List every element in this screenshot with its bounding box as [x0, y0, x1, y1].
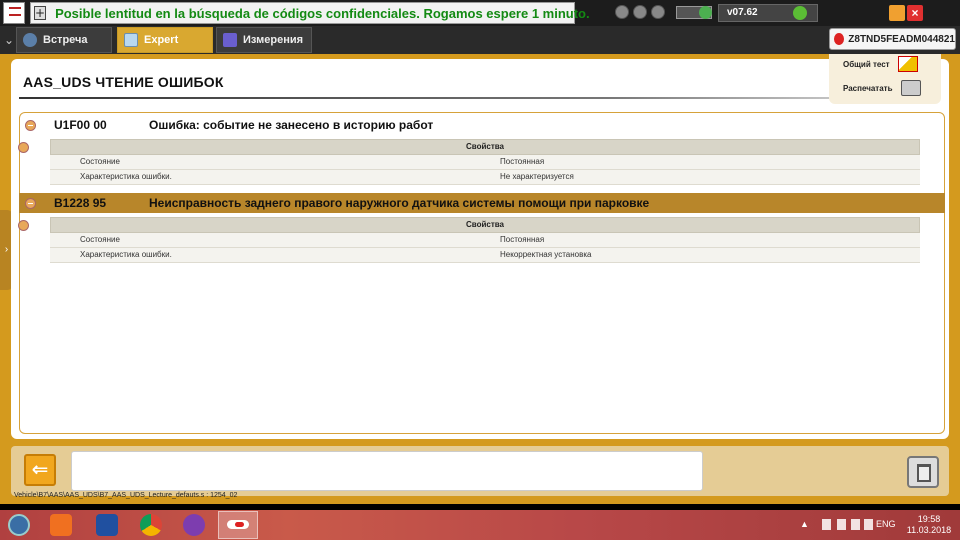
status-message: Posible lentitud en la búsqueda de códig…: [55, 5, 590, 21]
volume-icon[interactable]: [864, 519, 873, 530]
tab-label: Встреча: [43, 34, 88, 46]
status-message-box: + Posible lentitud en la búsqueda de cód…: [30, 2, 590, 24]
warning-icon: [897, 56, 918, 72]
general-test-label: Общий тест: [843, 59, 890, 69]
network-icon[interactable]: [851, 519, 860, 530]
tab-meeting[interactable]: Встреча: [16, 27, 112, 53]
battery-indicator: [676, 6, 712, 19]
close-button[interactable]: ×: [907, 5, 923, 21]
minimize-button[interactable]: [889, 5, 905, 21]
main-panel: AAS_UDS ЧТЕНИЕ ОШИБОК U1F00 00 Ошибка: с…: [11, 59, 949, 439]
tray-expand-icon[interactable]: ▲: [800, 519, 809, 529]
print-button[interactable]: Распечатать: [843, 80, 921, 96]
brand-logo: [3, 2, 25, 24]
download-icon[interactable]: [615, 5, 629, 19]
tab-expert[interactable]: Expert: [117, 27, 213, 53]
power-icon[interactable]: [633, 5, 647, 19]
connection-ok-icon: [793, 6, 807, 20]
fault-description: Неисправность заднего правого наружного …: [149, 196, 650, 210]
vin-badge[interactable]: Z8TND5FEADM044821: [829, 28, 956, 50]
back-button[interactable]: ⇐: [24, 454, 56, 486]
clock-date: 11.03.2018: [906, 525, 952, 535]
properties-header-label: Свойства: [465, 220, 505, 229]
trash-icon: [917, 464, 931, 482]
language-indicator[interactable]: ENG: [876, 519, 896, 529]
collapse-icon[interactable]: [18, 142, 29, 153]
power-icon: [834, 33, 845, 45]
table-row: Состояние Постоянная: [50, 155, 920, 170]
script-path: Vehicle\B7\AAS\AAS_UDS\B7_AAS_UDS_Lectur…: [14, 492, 238, 499]
table-row: Характеристика ошибки. Не характеризуетс…: [50, 170, 920, 185]
taskbar: ▲ ENG 19:58 11.03.2018: [0, 510, 960, 540]
battery-plus-icon: [699, 6, 712, 19]
properties-header: Свойства: [18, 139, 920, 155]
title-divider: [19, 97, 859, 99]
magnifier-icon: [124, 33, 138, 47]
clock[interactable]: 19:58 11.03.2018: [904, 514, 954, 536]
battery-icon[interactable]: [822, 519, 831, 530]
property-key: Состояние: [80, 157, 120, 166]
print-label: Распечатать: [843, 83, 893, 93]
page-title: AAS_UDS ЧТЕНИЕ ОШИБОК: [23, 74, 224, 90]
table-row: Характеристика ошибки. Некорректная уста…: [50, 248, 920, 263]
property-value: Постоянная: [500, 235, 545, 244]
version-indicator: v07.62: [718, 4, 818, 22]
property-value: Не характеризуется: [500, 172, 574, 181]
general-test-button[interactable]: Общий тест: [843, 56, 918, 72]
meeting-icon: [23, 33, 37, 47]
fault-row[interactable]: U1F00 00 Ошибка: событие не занесено в и…: [19, 115, 945, 135]
tab-bar: ⌄ Встреча Expert Измерения Z8TND5FEADM04…: [0, 26, 960, 54]
property-value: Постоянная: [500, 157, 545, 166]
tab-measurements[interactable]: Измерения: [216, 27, 312, 53]
property-key: Характеристика ошибки.: [80, 250, 172, 259]
media-player-icon[interactable]: [50, 514, 72, 536]
version-label: v07.62: [727, 7, 758, 18]
viber-icon[interactable]: [183, 514, 205, 536]
recycle-button[interactable]: [907, 456, 939, 488]
properties-header-label: Свойства: [465, 142, 505, 151]
expand-icon[interactable]: +: [34, 6, 47, 20]
fault-code: B1228 95: [54, 196, 107, 210]
settings-icon[interactable]: [651, 5, 665, 19]
properties-header: Свойства: [18, 217, 920, 233]
start-icon[interactable]: [8, 514, 30, 536]
message-area[interactable]: [71, 451, 703, 491]
tab-label: Измерения: [243, 34, 304, 46]
collapse-icon[interactable]: [18, 220, 29, 231]
diagbox-app-icon[interactable]: [218, 511, 258, 539]
printer-icon: [900, 80, 921, 96]
clock-time: 19:58: [917, 514, 941, 524]
fault-row-selected[interactable]: B1228 95 Неисправность заднего правого н…: [19, 193, 945, 213]
bottom-toolbar: ⇐: [11, 446, 949, 496]
chrome-icon[interactable]: [140, 514, 162, 536]
usb-icon[interactable]: [837, 519, 846, 530]
fault-description: Ошибка: событие не занесено в историю ра…: [149, 118, 434, 132]
top-status-bar: + Posible lentitud en la búsqueda de cód…: [0, 0, 960, 26]
property-key: Состояние: [80, 235, 120, 244]
property-key: Характеристика ошибки.: [80, 172, 172, 181]
table-row: Состояние Постоянная: [50, 233, 920, 248]
save-disk-icon[interactable]: [96, 514, 118, 536]
tab-label: Expert: [144, 34, 179, 46]
fault-properties-table: Свойства Состояние Постоянная Характерис…: [18, 139, 920, 185]
waveform-icon: [223, 33, 237, 47]
fault-properties-table: Свойства Состояние Постоянная Характерис…: [18, 217, 920, 263]
vin-text: Z8TND5FEADM044821: [848, 33, 955, 45]
status-icons: [615, 5, 665, 19]
property-value: Некорректная установка: [500, 250, 592, 259]
arrow-left-icon: ⇐: [31, 457, 49, 481]
collapse-icon[interactable]: [25, 197, 36, 209]
fault-code: U1F00 00: [54, 118, 107, 132]
side-actions-panel: Общий тест Распечатать: [829, 54, 941, 104]
chevron-down-icon[interactable]: ⌄: [4, 33, 14, 47]
collapse-icon[interactable]: [25, 119, 36, 131]
